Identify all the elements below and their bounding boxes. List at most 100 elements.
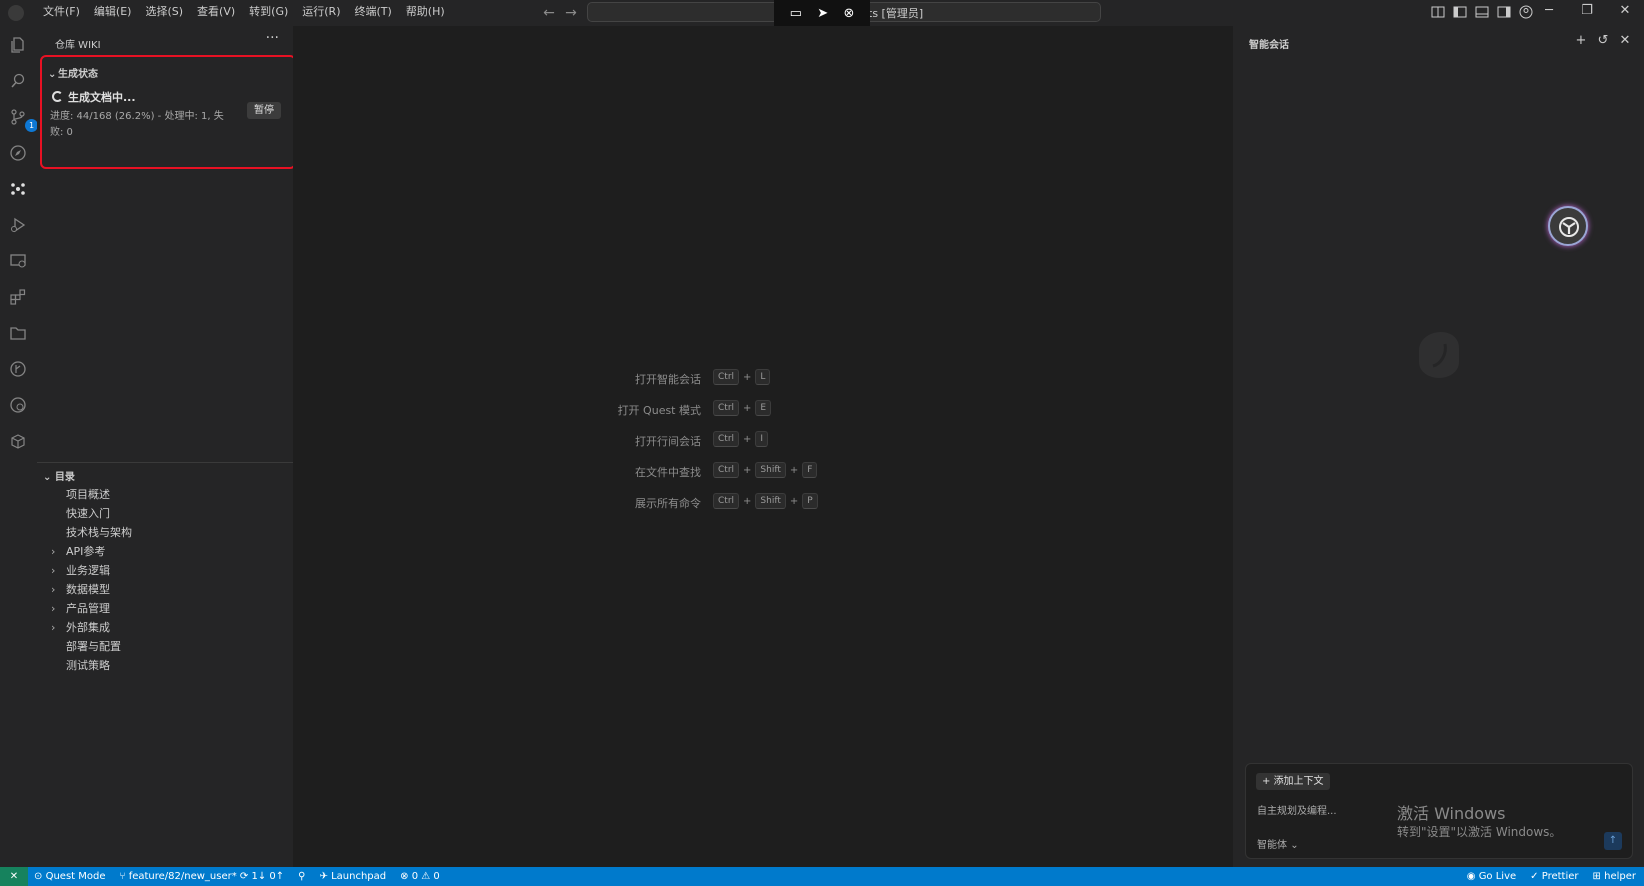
prettier-label: Prettier bbox=[1541, 871, 1579, 882]
activity-bar: 1 bbox=[0, 26, 38, 867]
more-actions-icon[interactable]: ··· bbox=[266, 30, 279, 46]
toggle-secondary-sidebar-icon[interactable] bbox=[1496, 4, 1512, 20]
close-icon[interactable]: ✕ bbox=[1618, 33, 1632, 48]
menu-file[interactable]: 文件(F) bbox=[36, 0, 87, 26]
toggle-panel-icon[interactable] bbox=[1474, 4, 1490, 20]
extensions-icon[interactable] bbox=[9, 288, 27, 306]
compass-icon[interactable] bbox=[9, 144, 27, 162]
toc-item-label: 项目概述 bbox=[66, 488, 110, 501]
chevron-down-icon: ⌄ bbox=[48, 69, 57, 80]
key-cap: L bbox=[755, 369, 771, 385]
shortcut-keys: Ctrl + L bbox=[713, 369, 771, 385]
add-context-label: 添加上下文 bbox=[1273, 776, 1324, 787]
timeline-icon[interactable] bbox=[9, 396, 27, 414]
warning-icon: ⚠ bbox=[421, 871, 431, 882]
toc-item[interactable]: 项目概述 bbox=[37, 485, 293, 504]
menu-terminal[interactable]: 终端(T) bbox=[348, 0, 399, 26]
toc-item[interactable]: 测试策略 bbox=[37, 656, 293, 675]
generation-section-header[interactable]: ⌄ 生成状态 bbox=[48, 65, 98, 80]
run-debug-icon[interactable] bbox=[9, 216, 27, 234]
history-icon[interactable]: ↺ bbox=[1596, 33, 1610, 48]
toc-item[interactable]: 快速入门 bbox=[37, 504, 293, 523]
source-control-icon[interactable]: 1 bbox=[9, 108, 38, 132]
toc-item[interactable]: › API参考 bbox=[37, 542, 293, 561]
add-context-button[interactable]: + 添加上下文 bbox=[1256, 773, 1330, 790]
repo-wiki-icon[interactable] bbox=[9, 180, 27, 198]
warnings-count: 0 bbox=[433, 871, 440, 882]
problems-status[interactable]: ⊗ 0 ⚠ 0 bbox=[400, 871, 440, 882]
toc-item[interactable]: › 外部集成 bbox=[37, 618, 293, 637]
menu-selection[interactable]: 选择(S) bbox=[138, 0, 190, 26]
shortcut-keys: Ctrl + Shift + P bbox=[713, 493, 818, 509]
app-logo-icon bbox=[8, 5, 24, 21]
go-live-status[interactable]: ◉ Go Live bbox=[1467, 871, 1516, 882]
send-icon[interactable]: ➤ bbox=[817, 6, 828, 21]
menu-edit[interactable]: 编辑(E) bbox=[87, 0, 139, 26]
key-plus: + bbox=[789, 464, 799, 476]
agent-select[interactable]: 智能体 ⌄ bbox=[1257, 836, 1299, 851]
menu-view[interactable]: 查看(V) bbox=[190, 0, 242, 26]
minimize-icon[interactable]: ─ bbox=[1530, 0, 1568, 24]
title-bar: 文件(F) 编辑(E) 选择(S) 查看(V) 转到(G) 运行(R) 终端(T… bbox=[0, 0, 1644, 26]
sync-label: 1↓ 0↑ bbox=[251, 871, 285, 882]
menu-run[interactable]: 运行(R) bbox=[295, 0, 347, 26]
restore-icon[interactable]: ❐ bbox=[1568, 0, 1606, 24]
toc-section-header[interactable]: ⌄ 目录 bbox=[43, 468, 75, 483]
menu-bar: 文件(F) 编辑(E) 选择(S) 查看(V) 转到(G) 运行(R) 终端(T… bbox=[36, 0, 452, 26]
new-chat-icon[interactable]: + bbox=[1574, 33, 1588, 48]
chevron-right-icon: › bbox=[51, 545, 56, 558]
quest-mode-label: Quest Mode bbox=[45, 871, 106, 882]
generation-section-title: 生成状态 bbox=[58, 69, 98, 80]
loading-spinner-icon bbox=[52, 91, 63, 102]
quest-icon: ⊙ bbox=[34, 871, 43, 882]
toggle-sidebar-icon[interactable] bbox=[1452, 4, 1468, 20]
forward-arrow-icon[interactable]: → bbox=[560, 3, 582, 23]
explorer-icon[interactable] bbox=[9, 36, 27, 54]
close-circle-icon[interactable]: ⊗ bbox=[843, 6, 854, 21]
remote-indicator-icon[interactable]: ✕ bbox=[0, 867, 28, 886]
screen-capture-toolbar: ▭ ➤ ⊗ bbox=[774, 0, 870, 26]
quest-mode-status[interactable]: ⊙ Quest Mode bbox=[34, 871, 106, 882]
shortcut-row: 打开 Quest 模式 Ctrl + E bbox=[293, 397, 1233, 428]
send-button[interactable]: ↑ bbox=[1604, 832, 1622, 850]
package-icon[interactable] bbox=[9, 432, 27, 450]
git-graph-status-icon[interactable]: ⚲ bbox=[298, 871, 305, 882]
chat-input-placeholder[interactable]: 自主规划及编程... bbox=[1257, 802, 1337, 817]
toc-item[interactable]: › 业务逻辑 bbox=[37, 561, 293, 580]
toc-item[interactable]: 部署与配置 bbox=[37, 637, 293, 656]
toc-item[interactable]: › 数据模型 bbox=[37, 580, 293, 599]
layout-customize-icon[interactable] bbox=[1430, 4, 1446, 20]
go-live-label: Go Live bbox=[1478, 871, 1517, 882]
errors-count: 0 bbox=[411, 871, 419, 882]
key-plus: + bbox=[789, 495, 799, 507]
extension-icon: ⊞ bbox=[1592, 871, 1601, 882]
launchpad-status[interactable]: ✈ Launchpad bbox=[320, 871, 387, 882]
sync-icon: ⟳ bbox=[239, 871, 249, 882]
search-icon[interactable] bbox=[9, 72, 27, 90]
generation-status-panel: ⌄ 生成状态 生成文档中... 进度: 44/168 (26.2%) - 处理中:… bbox=[40, 55, 296, 169]
check-icon: ✓ bbox=[1530, 871, 1539, 882]
git-graph-icon[interactable] bbox=[9, 360, 27, 378]
key-cap: Ctrl bbox=[713, 400, 740, 416]
branch-label: feature/82/new_user* bbox=[128, 871, 237, 882]
windows-activation-watermark: 激活 Windows 转到"设置"以激活 Windows。 bbox=[1397, 804, 1561, 840]
close-window-icon[interactable]: ✕ bbox=[1606, 0, 1644, 24]
menu-go[interactable]: 转到(G) bbox=[242, 0, 295, 26]
toc-item[interactable]: 技术栈与架构 bbox=[37, 523, 293, 542]
remote-explorer-icon[interactable] bbox=[9, 252, 27, 270]
menu-help[interactable]: 帮助(H) bbox=[399, 0, 452, 26]
sidebar: 仓库 WIKI ··· ⌄ 生成状态 生成文档中... 进度: 44/168 (2… bbox=[37, 26, 296, 867]
helper-status[interactable]: ⊞ helper bbox=[1593, 871, 1636, 882]
folder-icon[interactable] bbox=[9, 324, 27, 342]
chevron-right-icon: › bbox=[51, 621, 56, 634]
assistant-avatar[interactable] bbox=[1548, 206, 1588, 246]
toc-item[interactable]: › 产品管理 bbox=[37, 599, 293, 618]
prettier-status[interactable]: ✓ Prettier bbox=[1530, 871, 1578, 882]
shortcut-row: 打开智能会话 Ctrl + L bbox=[293, 366, 1233, 397]
screenshot-icon[interactable]: ▭ bbox=[790, 6, 802, 21]
branch-status[interactable]: ⑂ feature/82/new_user* ⟳ 1↓ 0↑ bbox=[120, 871, 285, 882]
key-plus: + bbox=[743, 402, 752, 414]
pause-button[interactable]: 暂停 bbox=[247, 102, 281, 119]
sidebar-title: 仓库 WIKI bbox=[55, 40, 101, 51]
back-arrow-icon[interactable]: ← bbox=[538, 3, 560, 23]
